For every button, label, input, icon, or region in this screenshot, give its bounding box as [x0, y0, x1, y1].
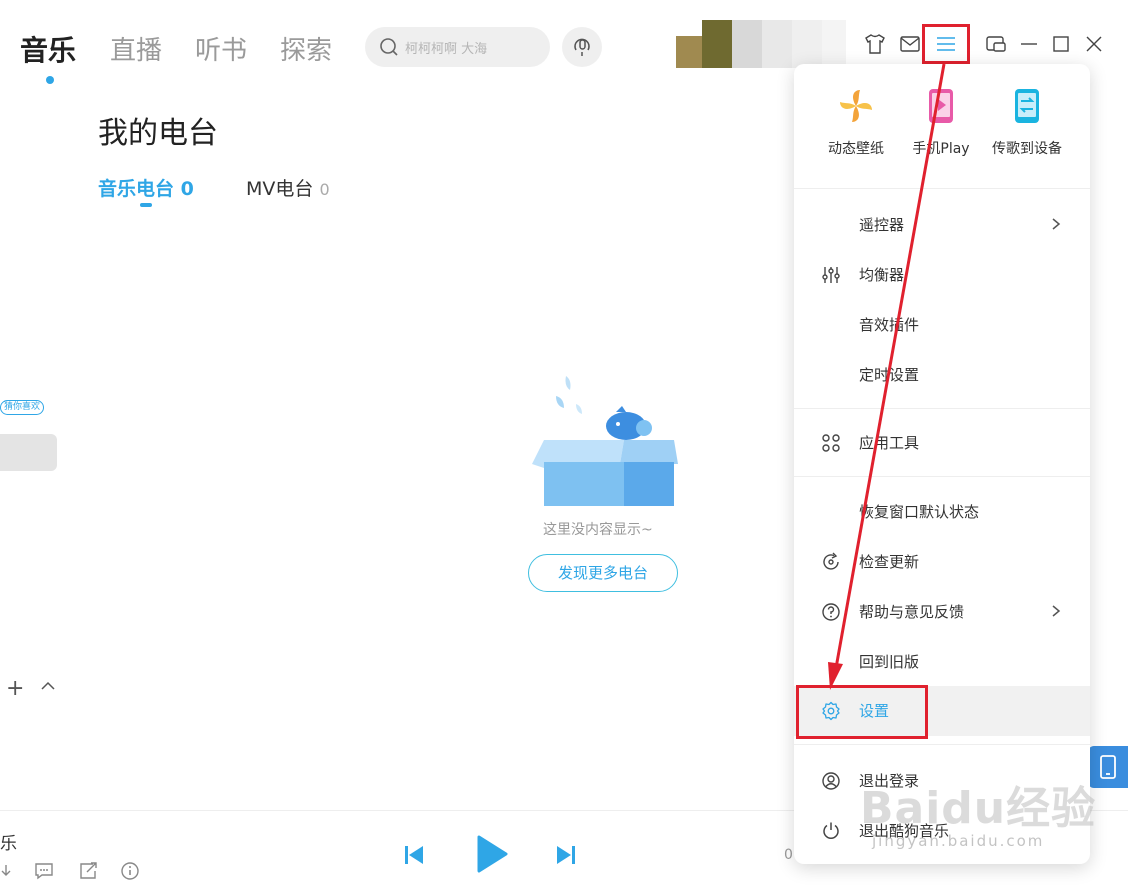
chevron-right-icon — [1052, 218, 1061, 230]
nav-tab-live[interactable]: 直播 — [110, 30, 162, 67]
transfer-device-icon — [1015, 89, 1039, 123]
active-tab-indicator — [46, 76, 54, 84]
share-icon[interactable] — [78, 861, 98, 881]
menu-divider — [794, 408, 1090, 409]
watermark-url: jingyan.baidu.com — [872, 832, 1045, 850]
quick-label: 手机Play — [912, 141, 970, 157]
settings-annotation-box — [796, 685, 928, 739]
song-recognition-icon — [574, 38, 590, 56]
tab-music-radio[interactable]: 音乐电台 0 — [98, 174, 194, 201]
sidebar-item[interactable] — [0, 434, 57, 471]
main-menu-dropdown: 动态壁纸 手机Play 传歌到设备 遥控器 均衡器 音效插件 定时设置 应用工具… — [794, 64, 1090, 864]
listen-recognize-button[interactable] — [562, 27, 602, 67]
menu-item-restore-window[interactable]: 恢复窗口默认状态 — [794, 487, 1090, 537]
tab-label: 音乐电台 — [98, 178, 175, 200]
apps-icon — [822, 434, 840, 452]
search-placeholder: 柯柯柯啊 大海 — [405, 42, 488, 57]
tab-count: 0 — [180, 178, 194, 200]
previous-track-icon[interactable] — [403, 844, 425, 866]
chevron-right-icon — [1052, 605, 1061, 617]
help-icon — [822, 603, 840, 621]
chevron-up-icon[interactable] — [40, 678, 56, 694]
menu-item-label: 定时设置 — [859, 366, 920, 384]
tab-mv-radio[interactable]: MV电台 0 — [246, 174, 330, 201]
comment-icon[interactable] — [34, 861, 54, 881]
search-box[interactable]: 柯柯柯啊 大海 — [365, 27, 550, 67]
download-icon[interactable] — [0, 861, 20, 881]
skin-icon[interactable] — [863, 32, 887, 56]
menu-item-label: 遥控器 — [859, 216, 905, 234]
baidu-jingyan-watermark: Baidu经验 jingyan.baidu.com — [860, 772, 1097, 850]
empty-state-text: 这里没内容显示~ — [543, 522, 653, 538]
pinwheel-icon — [840, 90, 872, 122]
quick-label: 传歌到设备 — [992, 141, 1062, 157]
guess-you-like-tag[interactable]: 猜你喜欢 — [0, 400, 45, 415]
menu-item-label: 应用工具 — [859, 434, 920, 452]
equalizer-icon — [822, 267, 840, 283]
menu-item-old-version[interactable]: 回到旧版 — [794, 637, 1090, 687]
nav-tab-audiobook[interactable]: 听书 — [195, 30, 247, 67]
page-title: 我的电台 — [98, 116, 218, 151]
mail-icon[interactable] — [898, 32, 922, 56]
nav-tab-music[interactable]: 音乐 — [20, 29, 76, 69]
power-icon — [823, 822, 839, 839]
menu-item-sound-effects[interactable]: 音效插件 — [794, 300, 1090, 350]
menu-button-annotation-box — [922, 24, 970, 64]
maximize-icon[interactable] — [1049, 32, 1073, 56]
quick-live-wallpaper[interactable]: 动态壁纸 — [811, 86, 901, 158]
phone-icon — [1100, 755, 1116, 779]
menu-item-label: 均衡器 — [859, 266, 905, 284]
info-icon[interactable] — [120, 861, 140, 881]
menu-item-equalizer[interactable]: 均衡器 — [794, 250, 1090, 300]
tab-label: MV电台 — [246, 178, 314, 200]
update-icon — [823, 552, 839, 570]
menu-item-check-update[interactable]: 检查更新 — [794, 537, 1090, 587]
menu-item-help-feedback[interactable]: 帮助与意见反馈 — [794, 587, 1090, 637]
menu-item-remote[interactable]: 遥控器 — [794, 200, 1090, 250]
empty-box-illustration — [532, 376, 678, 506]
user-logout-icon — [822, 772, 840, 790]
close-icon[interactable] — [1082, 32, 1106, 56]
quick-phone-play[interactable]: 手机Play — [896, 86, 986, 158]
quick-transfer-to-device[interactable]: 传歌到设备 — [982, 86, 1072, 158]
add-playlist-icon[interactable]: + — [6, 676, 24, 701]
menu-item-label: 帮助与意见反馈 — [859, 603, 965, 621]
menu-divider — [794, 744, 1090, 745]
song-title: 乐 — [0, 834, 17, 854]
play-icon[interactable] — [476, 835, 508, 873]
menu-divider — [794, 188, 1090, 189]
watermark-brand: Baidu经验 — [860, 783, 1097, 834]
menu-item-label: 音效插件 — [859, 316, 920, 334]
user-avatar-blurred[interactable] — [676, 20, 846, 68]
next-track-icon[interactable] — [555, 844, 577, 866]
mini-mode-icon[interactable] — [984, 32, 1008, 56]
tab-underline — [140, 203, 152, 207]
quick-label: 动态壁纸 — [828, 141, 884, 157]
playback-time: 0 — [784, 847, 793, 863]
discover-more-radio-button[interactable]: 发现更多电台 — [528, 554, 678, 592]
phone-play-icon — [929, 89, 953, 123]
menu-divider — [794, 476, 1090, 477]
menu-item-label: 检查更新 — [859, 553, 920, 571]
menu-item-label: 回到旧版 — [859, 653, 920, 671]
search-icon — [380, 38, 398, 56]
minimize-icon[interactable] — [1017, 32, 1041, 56]
menu-item-label: 恢复窗口默认状态 — [859, 503, 980, 521]
menu-item-timer[interactable]: 定时设置 — [794, 350, 1090, 400]
nav-tab-explore[interactable]: 探索 — [280, 30, 332, 67]
tab-count: 0 — [319, 180, 330, 199]
menu-item-app-tools[interactable]: 应用工具 — [794, 418, 1090, 468]
